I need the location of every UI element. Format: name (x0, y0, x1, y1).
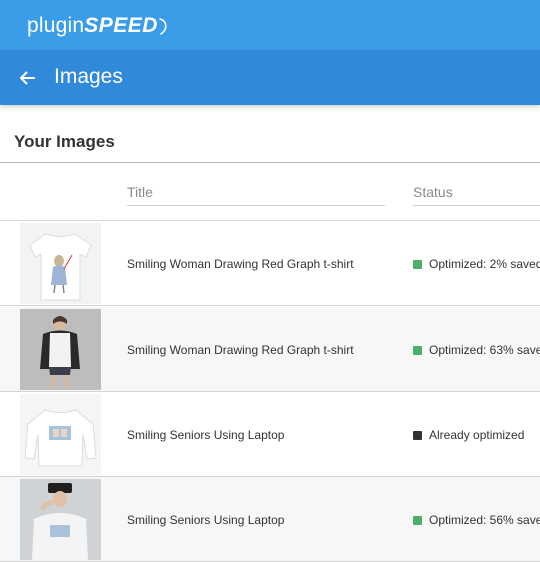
product-thumbnail[interactable] (20, 479, 101, 560)
status-indicator-icon (413, 515, 422, 525)
arrow-left-icon (20, 71, 35, 85)
row-title: Smiling Seniors Using Laptop (127, 428, 285, 442)
product-thumbnail[interactable] (20, 223, 101, 304)
status-text: Optimized: 63% saved (429, 343, 540, 357)
row-title: Smiling Seniors Using Laptop (127, 513, 285, 527)
table-row[interactable]: Smiling Woman Drawing Red Graph t-shirt … (0, 307, 540, 392)
table-row[interactable]: Smiling Seniors Using Laptop Optimized: … (0, 477, 540, 562)
row-title: Smiling Woman Drawing Red Graph t-shirt (127, 343, 354, 357)
status-cell: Already optimized (413, 427, 524, 443)
section-title: Your Images (14, 132, 115, 151)
status-indicator-icon (413, 345, 422, 355)
status-text: Already optimized (429, 428, 525, 442)
status-text: Optimized: 2% saved (429, 257, 540, 271)
page-title: Images (54, 65, 123, 88)
column-header-status-underline (413, 205, 540, 206)
logo-text-speed: SPEED (84, 14, 158, 37)
column-header-status[interactable]: Status (413, 183, 453, 201)
brand-bar: plugin SPEED (0, 0, 540, 50)
sweatshirt-image (20, 394, 101, 475)
row-title: Smiling Woman Drawing Red Graph t-shirt (127, 257, 354, 271)
tshirt-image (20, 223, 101, 304)
model-photo-image (20, 479, 101, 560)
section-divider (0, 162, 540, 163)
status-cell: Optimized: 56% saved (413, 512, 540, 528)
pluginspeed-logo[interactable]: plugin SPEED (27, 12, 169, 40)
logo-text-plugin: plugin (27, 14, 85, 37)
table-row[interactable]: Smiling Seniors Using Laptop Already opt… (0, 392, 540, 477)
status-text: Optimized: 56% saved (429, 513, 540, 527)
model-photo-image (20, 309, 101, 390)
table-row[interactable]: Smiling Woman Drawing Red Graph t-shirt … (0, 221, 540, 306)
page-header: Images (0, 50, 540, 105)
product-thumbnail[interactable] (20, 394, 101, 475)
status-indicator-icon (413, 259, 422, 269)
status-cell: Optimized: 63% saved (413, 342, 540, 358)
back-button[interactable] (13, 64, 41, 92)
column-header-title[interactable]: Title (127, 183, 153, 201)
column-header-title-underline (127, 205, 385, 206)
status-indicator-icon (413, 430, 422, 440)
logo-swoosh-icon (159, 18, 167, 35)
product-thumbnail[interactable] (20, 309, 101, 390)
status-cell: Optimized: 2% saved (413, 256, 540, 272)
